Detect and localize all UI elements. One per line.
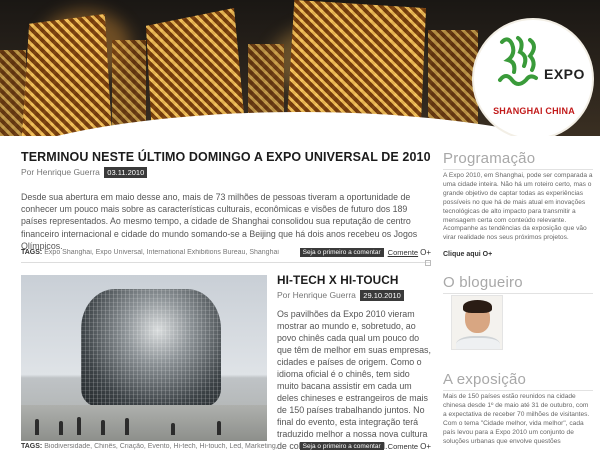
post-date-badge: 29.10.2010 xyxy=(360,290,404,301)
tags-list[interactable]: Expo Shanghai, Expo Universal, Internati… xyxy=(44,249,299,256)
post: TERMINOU NESTE ÚLTIMO DOMINGO A EXPO UNI… xyxy=(21,150,431,252)
pavilion-building xyxy=(22,14,112,136)
post-tags-row: TAGS: Expo Shanghai, Expo Universal, Int… xyxy=(21,248,431,257)
visitor-figure xyxy=(35,419,39,435)
post-date-badge: 03.11.2010 xyxy=(104,167,148,178)
logo-city-text: SHANGHAI CHINA xyxy=(493,106,575,116)
avatar-hair xyxy=(463,300,492,313)
tags-list[interactable]: Biodiversidade, Chinês, Criação, Evento,… xyxy=(44,443,299,450)
avatar[interactable] xyxy=(451,295,503,350)
post-image-pavilion[interactable] xyxy=(21,275,267,441)
comment-plus-icon[interactable]: O+ xyxy=(420,442,431,450)
visitor-figure xyxy=(171,423,175,435)
sidebar-divider xyxy=(443,293,593,294)
visitor-figure xyxy=(125,418,129,435)
logo-expo-text: EXPO xyxy=(544,66,585,82)
sidebar-section-exposicao: A exposição Mais de 150 países estão reu… xyxy=(443,371,593,446)
post-excerpt: Os pavilhões da Expo 2010 vieram mostrar… xyxy=(277,309,431,450)
sidebar-divider xyxy=(443,390,593,391)
sidebar-divider xyxy=(443,169,593,170)
comment-link[interactable]: Comente xyxy=(388,442,418,450)
sidebar-text: Mais de 150 países estão reunidos na cid… xyxy=(443,393,590,445)
sidebar-text: A Expo 2010, em Shanghai, pode ser compa… xyxy=(443,172,593,242)
sidebar-more-link[interactable]: Clique aqui O+ xyxy=(443,251,492,258)
sidebar-heading: O blogueiro xyxy=(443,274,523,291)
first-comment-button[interactable]: Seja o primeiro a comentar xyxy=(299,442,384,450)
post-byline: Por Henrique Guerra 03.11.2010 xyxy=(21,167,431,178)
main-content: TERMINOU NESTE ÚLTIMO DOMINGO A EXPO UNI… xyxy=(21,150,431,450)
post-title[interactable]: HI-TECH X HI-TOUCH xyxy=(277,273,431,287)
post-tags-row: TAGS: Biodiversidade, Chinês, Criação, E… xyxy=(21,442,431,450)
visitor-figure xyxy=(217,421,221,435)
post-excerpt: Desde sua abertura em maio desse ano, ma… xyxy=(21,192,418,251)
sidebar: Programação A Expo 2010, em Shanghai, po… xyxy=(443,150,593,445)
comment-plus-icon[interactable]: O+ xyxy=(420,248,431,257)
expo-logo[interactable]: EXPO SHANGHAI CHINA xyxy=(474,20,592,136)
sidebar-section-blogueiro: O blogueiro xyxy=(443,274,593,294)
visitor-figure xyxy=(77,417,81,435)
pavilion-photo-shape xyxy=(81,289,221,407)
avatar-shirt xyxy=(456,336,500,349)
post-title[interactable]: TERMINOU NESTE ÚLTIMO DOMINGO A EXPO UNI… xyxy=(21,150,431,164)
first-comment-button[interactable]: Seja o primeiro a comentar xyxy=(299,248,384,257)
comment-link[interactable]: Comente xyxy=(388,248,418,257)
sidebar-heading: Programação xyxy=(443,150,536,167)
plaza-ground xyxy=(21,405,267,441)
tags-label: TAGS: xyxy=(21,249,43,256)
post-byline: Por Henrique Guerra 29.10.2010 xyxy=(277,290,431,301)
post: HI-TECH X HI-TOUCH Por Henrique Guerra 2… xyxy=(277,273,431,450)
expand-icon[interactable] xyxy=(425,260,431,266)
tags-label: TAGS: xyxy=(21,443,43,450)
post-author[interactable]: Por Henrique Guerra xyxy=(21,167,100,177)
sidebar-heading: A exposição xyxy=(443,371,527,388)
expo-mascot-logo-icon xyxy=(498,36,538,86)
post-divider xyxy=(21,262,431,263)
pavilion-building xyxy=(0,50,26,136)
visitor-figure xyxy=(101,420,105,435)
post-author[interactable]: Por Henrique Guerra xyxy=(277,290,356,300)
sidebar-section-programacao: Programação A Expo 2010, em Shanghai, po… xyxy=(443,150,593,261)
visitor-figure xyxy=(59,421,63,435)
header-banner: EXPO SHANGHAI CHINA xyxy=(0,0,600,136)
